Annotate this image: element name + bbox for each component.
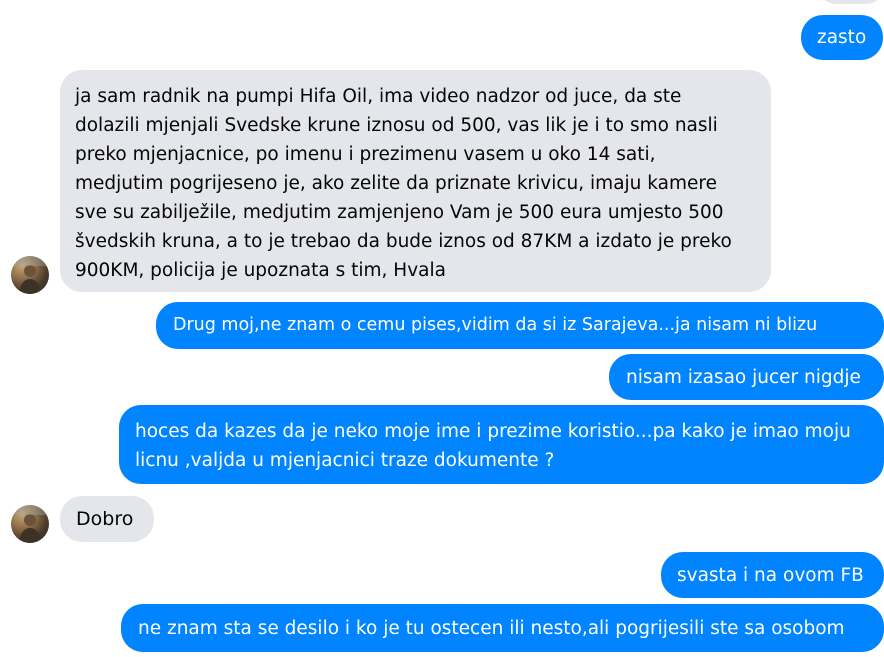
message-bubble-incoming[interactable]: ja sam radnik na pumpi Hifa Oil, ima vid… xyxy=(60,70,771,292)
sender-avatar-icon[interactable] xyxy=(11,256,49,294)
message-bubble-outgoing[interactable]: zasto xyxy=(801,15,883,60)
sender-avatar-icon[interactable] xyxy=(11,505,49,543)
message-bubble-outgoing[interactable]: nisam izasao jucer nigdje xyxy=(609,354,884,400)
message-bubble-outgoing[interactable]: Drug moj,ne znam o cemu pises,vidim da s… xyxy=(156,302,884,349)
message-bubble-outgoing[interactable]: svasta i na ovom FB xyxy=(661,552,884,598)
message-bubble-outgoing[interactable]: ne znam sta se desilo i ko je tu ostecen… xyxy=(121,604,884,652)
message-thread: zasto ja sam radnik na pumpi Hifa Oil, i… xyxy=(0,0,884,657)
message-bubble-outgoing[interactable]: hoces da kazes da je neko moje ime i pre… xyxy=(119,405,884,484)
message-bubble-incoming[interactable]: Dobro xyxy=(60,496,154,542)
person-silhouette-icon xyxy=(11,256,49,294)
person-silhouette-icon xyxy=(11,505,49,543)
previous-message-fragment xyxy=(818,0,884,4)
